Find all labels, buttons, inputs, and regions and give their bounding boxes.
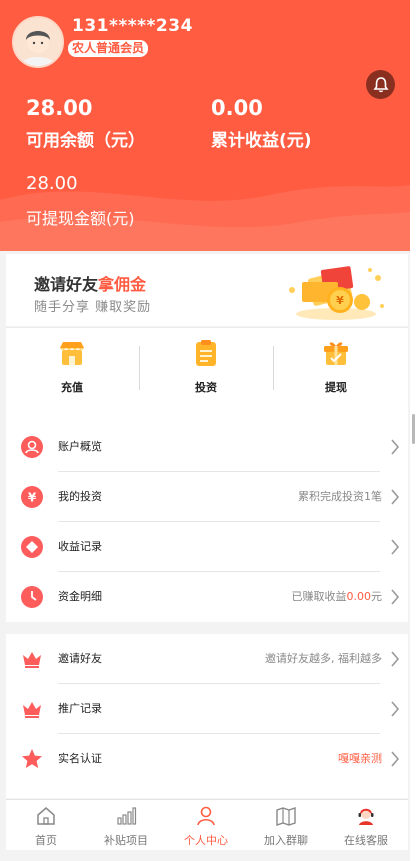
tab-label: 补贴项目: [104, 834, 148, 847]
invite-banner-title-highlight: 拿佣金: [98, 275, 147, 294]
invite-hint-text: 邀请好友越多, 福利越多: [265, 652, 382, 665]
action-divider: [273, 346, 274, 390]
chevron-right-icon: [391, 589, 400, 605]
tab-label: 首页: [35, 834, 57, 847]
menu-item-promotion-records[interactable]: 推广记录: [6, 684, 408, 734]
menu-item-account-overview[interactable]: 账户概览: [6, 422, 408, 472]
available-balance-label: 可用余额（元）: [26, 131, 145, 151]
invite-banner-title: 邀请好友拿佣金: [34, 271, 146, 295]
invite-banner[interactable]: 邀请好友拿佣金 随手分享 赚取奖励 ¥: [6, 254, 408, 326]
available-balance-value: 28.00: [26, 96, 93, 120]
clipboard-icon: [196, 340, 216, 366]
action-divider: [139, 346, 140, 390]
shop-icon: [60, 342, 84, 365]
yen-circle-icon: ¥: [21, 486, 43, 508]
member-level-badge: 农人普通会员: [68, 40, 149, 57]
menu-item-label: 账户概览: [58, 440, 102, 453]
recharge-action[interactable]: 充值: [12, 338, 132, 395]
scrollbar-thumb[interactable]: [412, 414, 415, 444]
menu-item-invite-friends[interactable]: 邀请好友 邀请好友越多, 福利越多: [6, 634, 408, 684]
menu-item-label: 实名认证: [58, 752, 102, 765]
invite-banner-subtitle: 随手分享 赚取奖励: [34, 300, 152, 315]
withdrawable-value: 28.00: [26, 173, 78, 194]
chevron-right-icon: [391, 751, 400, 767]
tab-label: 在线客服: [344, 834, 388, 847]
menu-item-earnings-records[interactable]: 收益记录: [6, 522, 408, 572]
withdraw-label: 提现: [325, 381, 347, 394]
earned-income-prefix: 已赚取收益: [291, 590, 347, 603]
support-agent-icon: [358, 808, 374, 825]
crown-icon: [23, 702, 41, 718]
svg-text:¥: ¥: [336, 294, 344, 307]
user-circle-icon: [21, 436, 43, 458]
recharge-label: 充值: [61, 381, 83, 394]
invest-action[interactable]: 投资: [146, 338, 266, 395]
total-earnings-value: 0.00: [211, 96, 263, 120]
chevron-right-icon: [391, 651, 400, 667]
invite-banner-title-main: 邀请好友: [34, 275, 99, 294]
user-phone: 131*****234: [72, 16, 193, 36]
notification-button[interactable]: [366, 70, 395, 99]
person-icon: [197, 806, 215, 826]
total-earnings-label: 累计收益(元): [211, 131, 312, 151]
tab-home[interactable]: 首页: [6, 806, 86, 848]
tab-online-support[interactable]: 在线客服: [326, 806, 406, 848]
map-icon: [276, 807, 296, 826]
promotion-menu: 邀请好友 邀请好友越多, 福利越多 推广记录 实名认证 嘎嘎亲测: [6, 634, 408, 798]
bell-icon: [372, 76, 389, 92]
avatar-icon: [14, 18, 62, 66]
tab-subsidy-projects[interactable]: 补贴项目: [86, 806, 166, 848]
tab-label: 个人中心: [184, 834, 228, 847]
menu-item-label: 收益记录: [58, 540, 102, 553]
investment-count-text: 累积完成投资1笔: [298, 490, 382, 503]
tab-label: 加入群聊: [264, 834, 308, 847]
chevron-right-icon: [391, 701, 400, 717]
menu-item-label: 资金明细: [58, 590, 102, 603]
avatar[interactable]: [12, 16, 64, 68]
svg-text:¥: ¥: [28, 491, 37, 505]
tab-join-group-chat[interactable]: 加入群聊: [246, 806, 326, 848]
withdrawable-label: 可提现金额(元): [26, 209, 135, 228]
crown-icon: [23, 652, 41, 668]
menu-item-real-name-verification[interactable]: 实名认证 嘎嘎亲测: [6, 734, 408, 784]
diamond-circle-icon: [21, 536, 43, 558]
chevron-right-icon: [391, 439, 400, 455]
quick-actions: 充值 投资 提现: [6, 327, 408, 422]
verification-status-text: 嘎嘎亲测: [338, 752, 382, 765]
bottom-tab-bar: 首页 补贴项目 个人中心 加入群聊 在线客服: [6, 799, 408, 850]
earned-income-text: 已赚取收益0.00元: [292, 588, 383, 604]
chevron-right-icon: [391, 489, 400, 505]
earned-income-suffix: 元: [371, 590, 382, 603]
menu-item-label: 我的投资: [58, 490, 102, 503]
withdraw-action[interactable]: 提现: [276, 338, 396, 395]
chevron-right-icon: [391, 539, 400, 555]
menu-item-label: 邀请好友: [58, 652, 102, 665]
app-frame: 131*****234 农人普通会员 28.00 可用余额（元） 0.00 累计…: [0, 0, 410, 861]
red-envelope-coins-icon: ¥: [289, 266, 384, 320]
star-icon: [22, 749, 42, 768]
tab-personal-center[interactable]: 个人中心: [166, 806, 246, 848]
menu-item-label: 推广记录: [58, 702, 102, 715]
gift-icon: [324, 342, 348, 365]
invest-label: 投资: [195, 381, 217, 394]
bar-chart-icon: [117, 807, 137, 825]
menu-item-fund-details[interactable]: 资金明细 已赚取收益0.00元: [6, 572, 408, 622]
clock-icon: [21, 586, 43, 608]
profile-header: 131*****234 农人普通会员 28.00 可用余额（元） 0.00 累计…: [0, 0, 410, 251]
home-icon: [37, 807, 55, 825]
menu-item-my-investments[interactable]: ¥ 我的投资 累积完成投资1笔: [6, 472, 408, 522]
account-menu: 账户概览 ¥ 我的投资 累积完成投资1笔 收益记录 资金明细 已赚取收益0.00…: [6, 422, 408, 622]
earned-income-amount: 0.00: [346, 590, 372, 603]
